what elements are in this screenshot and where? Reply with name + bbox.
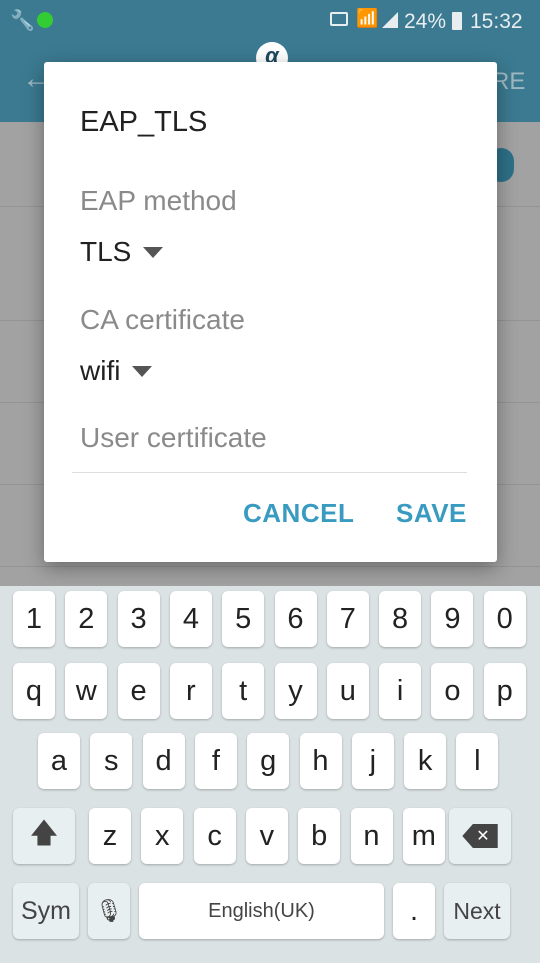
- key-4[interactable]: 4: [169, 591, 212, 647]
- period-key[interactable]: .: [393, 883, 435, 939]
- key-s[interactable]: s: [90, 733, 133, 789]
- key-n[interactable]: n: [350, 808, 393, 864]
- shift-arrow-icon: 🡅: [29, 817, 59, 848]
- key-1[interactable]: 1: [13, 591, 55, 647]
- key-v[interactable]: v: [245, 808, 288, 864]
- key-z[interactable]: z: [89, 808, 131, 864]
- key-u[interactable]: u: [326, 663, 369, 719]
- wrench-icon: 🔧: [10, 10, 35, 32]
- key-b[interactable]: b: [298, 808, 341, 864]
- key-i[interactable]: i: [379, 663, 422, 719]
- keyboard: 🡅 ✕ Sym 🎙 English(UK) . Next 1234567890 q…: [0, 586, 540, 963]
- signal-icon: [382, 12, 398, 28]
- key-j[interactable]: j: [351, 733, 394, 789]
- key-9[interactable]: 9: [431, 591, 474, 647]
- mic-key[interactable]: 🎙: [88, 883, 130, 939]
- dropdown-arrow-icon: [143, 246, 164, 258]
- status-bar: 🔧 📶 24% 15:32: [0, 0, 540, 42]
- key-m[interactable]: m: [402, 808, 445, 864]
- shift-key[interactable]: 🡅: [13, 808, 75, 864]
- backspace-key[interactable]: ✕: [449, 808, 511, 864]
- ca-certificate-value: wifi: [80, 355, 121, 386]
- key-2[interactable]: 2: [65, 591, 108, 647]
- key-a[interactable]: a: [38, 733, 80, 789]
- ca-certificate-label: CA certificate: [80, 304, 245, 335]
- cast-icon: [330, 12, 348, 26]
- key-r[interactable]: r: [169, 663, 212, 719]
- key-6[interactable]: 6: [274, 591, 317, 647]
- cancel-button[interactable]: CANCEL: [243, 498, 354, 529]
- eap-dialog: EAP_TLS EAP method TLS CA certificate wi…: [44, 62, 497, 562]
- key-p[interactable]: p: [483, 663, 526, 719]
- save-button[interactable]: SAVE: [396, 498, 467, 529]
- key-q[interactable]: q: [13, 663, 55, 719]
- key-g[interactable]: g: [247, 733, 290, 789]
- backspace-icon: ✕: [462, 824, 498, 848]
- key-x[interactable]: x: [141, 808, 184, 864]
- user-certificate-field[interactable]: User certificate: [80, 422, 267, 454]
- sym-key[interactable]: Sym: [13, 883, 79, 939]
- dropdown-arrow-icon: [132, 365, 153, 377]
- key-f[interactable]: f: [194, 733, 237, 789]
- microphone-icon: 🎙: [95, 898, 123, 923]
- key-l[interactable]: l: [456, 733, 499, 789]
- eap-method-value: TLS: [80, 236, 132, 267]
- key-8[interactable]: 8: [379, 591, 422, 647]
- key-o[interactable]: o: [431, 663, 474, 719]
- key-w[interactable]: w: [65, 663, 108, 719]
- key-5[interactable]: 5: [222, 591, 265, 647]
- ca-certificate-dropdown[interactable]: wifi: [80, 355, 153, 387]
- ping-icon: [37, 12, 53, 28]
- divider: [72, 472, 467, 473]
- wifi-icon: 📶: [356, 8, 379, 28]
- eap-method-dropdown[interactable]: TLS: [80, 236, 164, 268]
- key-d[interactable]: d: [142, 733, 185, 789]
- dialog-title: EAP_TLS: [80, 106, 208, 138]
- key-7[interactable]: 7: [326, 591, 369, 647]
- key-c[interactable]: c: [193, 808, 236, 864]
- clock: 15:32: [470, 10, 523, 33]
- key-y[interactable]: y: [274, 663, 317, 719]
- key-3[interactable]: 3: [117, 591, 160, 647]
- key-h[interactable]: h: [299, 733, 342, 789]
- key-e[interactable]: e: [117, 663, 160, 719]
- eap-method-label: EAP method: [80, 185, 237, 216]
- next-key[interactable]: Next: [444, 883, 510, 939]
- key-k[interactable]: k: [404, 733, 447, 789]
- app-bar-action[interactable]: RE: [492, 68, 525, 96]
- key-t[interactable]: t: [222, 663, 265, 719]
- space-key[interactable]: English(UK): [139, 883, 384, 939]
- battery-percent: 24%: [404, 10, 447, 33]
- key-0[interactable]: 0: [483, 591, 526, 647]
- battery-charging-icon: [452, 12, 462, 30]
